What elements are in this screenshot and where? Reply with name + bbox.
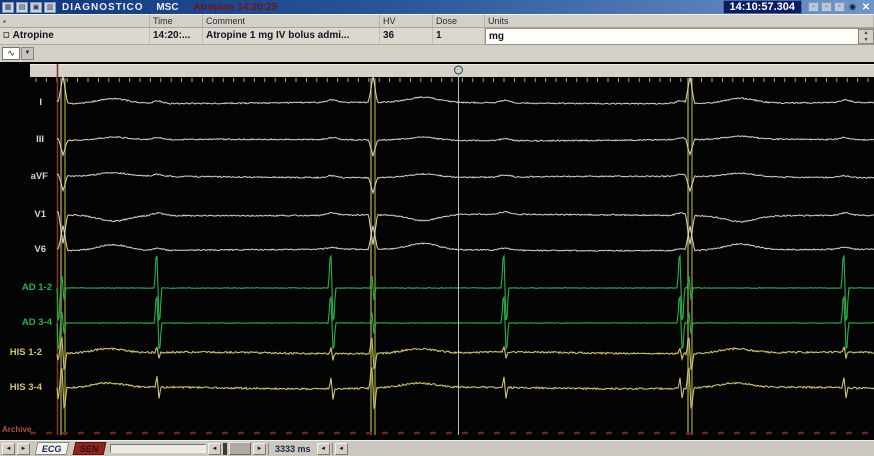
column-header-time[interactable]: Time <box>150 14 203 27</box>
marker-column-icon: ▪ <box>3 17 6 26</box>
archive-label: Archive <box>2 425 31 434</box>
trace-ad-1-2 <box>57 256 874 320</box>
step-forward-button[interactable]: ► <box>253 443 266 455</box>
lead-label-his-1-2: HIS 1-2 <box>10 347 42 358</box>
timeline-scrollbar-track[interactable] <box>110 444 206 453</box>
event-name: Atropine <box>13 30 54 41</box>
trace-avf <box>57 173 874 194</box>
lead-label-v1: V1 <box>34 209 46 220</box>
lead-label-ad-3-4: AD 3-4 <box>22 317 52 328</box>
titlebar-button-1[interactable]: ▫ <box>808 2 819 12</box>
event-units-field[interactable]: mg <box>485 28 874 45</box>
column-header-marker[interactable]: ▪ <box>0 14 150 27</box>
lead-label-ad-1-2: AD 1-2 <box>22 282 52 293</box>
titlebar-button-2[interactable]: ▫ <box>821 2 832 12</box>
event-dose-cell[interactable]: 1 <box>433 28 485 45</box>
window-title: DIAGNOSTICO MSC Atropine 14:20:25 <box>62 2 277 13</box>
column-header-comment[interactable]: Comment <box>203 14 380 27</box>
app-menu-icon-1[interactable]: ▦ <box>2 2 14 13</box>
trace-v1 <box>57 211 874 244</box>
page-forward-button[interactable]: ► <box>17 443 30 455</box>
trace-v6 <box>57 226 874 252</box>
jump-start-button[interactable]: ◄ <box>335 443 348 455</box>
titlebar-button-3[interactable]: ▫ <box>834 2 845 12</box>
realtime-clock: 14:10:57.304 <box>723 0 802 14</box>
column-header-dose[interactable]: Dose <box>433 14 485 27</box>
spinner-down-icon[interactable]: ▼ <box>864 37 869 44</box>
trace-his-1-2 <box>57 338 874 369</box>
app-menu-icon-2[interactable]: ▤ <box>16 2 28 13</box>
mode-label: MSC <box>156 2 178 13</box>
app-name: DIAGNOSTICO <box>62 2 144 13</box>
lead-label-v6: V6 <box>34 244 46 255</box>
spinner-up-icon[interactable]: ▲ <box>864 30 869 37</box>
app-menu-icon-3[interactable]: ▣ <box>30 2 42 13</box>
waveform-mode-combo[interactable]: ∿ <box>2 47 20 60</box>
event-comment-cell[interactable]: Atropine 1 mg IV bolus admi... <box>203 28 380 45</box>
sweep-duration-label: 3333 ms <box>271 444 315 454</box>
trace-ad-3-4 <box>57 297 874 349</box>
jump-back-button[interactable]: ◄ <box>317 443 330 455</box>
toolbar-divider-2 <box>332 443 333 455</box>
event-name-cell[interactable]: ◻Atropine <box>0 28 150 45</box>
lead-label-iii: III <box>36 134 44 145</box>
tab-sen[interactable]: SEN <box>72 442 105 455</box>
bottom-toolbar: ◄ ► ECG SEN ◄ ► 3333 ms ◄ ◄ <box>0 440 874 456</box>
combo-dropdown-icon[interactable]: ▼ <box>21 47 34 60</box>
app-menu-icon-4[interactable]: ▥ <box>44 2 56 13</box>
page-back-button[interactable]: ◄ <box>2 443 15 455</box>
trace-his-3-4 <box>57 368 874 408</box>
event-table-header: ▪ Time Comment HV Dose Units <box>0 14 874 28</box>
waveform-display[interactable]: Archive IIIIaVFV1V6AD 1-2AD 3-4HIS 1-2HI… <box>0 62 874 440</box>
trace-iii <box>57 136 874 156</box>
event-time-cell[interactable]: 14:20:... <box>150 28 203 45</box>
title-bar: ▦ ▤ ▣ ▥ DIAGNOSTICO MSC Atropine 14:20:2… <box>0 0 874 14</box>
toolbar-divider <box>268 443 269 455</box>
trace-i <box>57 76 874 104</box>
lead-label-avf: aVF <box>31 171 48 182</box>
lead-label-his-3-4: HIS 3-4 <box>10 382 42 393</box>
event-marker-icon: ◻ <box>3 30 10 39</box>
column-header-units[interactable]: Units <box>485 14 874 27</box>
column-header-hv[interactable]: HV <box>380 14 433 27</box>
record-indicator-icon: ◉ <box>847 2 858 12</box>
display-options-strip: ∿ ▼ <box>0 45 874 62</box>
scrollbar-thumb[interactable] <box>229 442 251 455</box>
scroll-position-marker <box>223 443 227 455</box>
event-row-atropine[interactable]: ◻Atropine 14:20:... Atropine 1 mg IV bol… <box>0 28 874 45</box>
current-event-label: Atropine 14:20:25 <box>193 2 277 13</box>
cursor-handle-icon[interactable] <box>455 66 463 74</box>
close-icon[interactable]: ✕ <box>860 2 872 13</box>
step-back-button[interactable]: ◄ <box>208 443 221 455</box>
tab-ecg[interactable]: ECG <box>35 442 69 455</box>
event-list-spinner[interactable]: ▲ ▼ <box>858 29 874 44</box>
ruler-ticks <box>36 78 868 82</box>
time-ruler[interactable] <box>30 64 874 77</box>
event-hv-cell[interactable]: 36 <box>380 28 433 45</box>
lead-label-i: I <box>39 97 42 108</box>
